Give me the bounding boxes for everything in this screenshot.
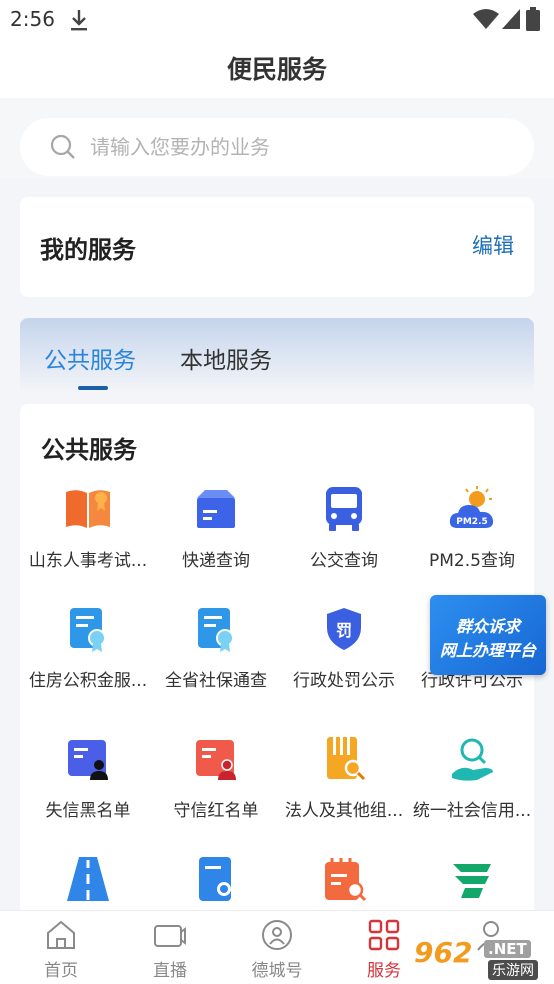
highway-icon xyxy=(67,857,109,901)
person-search-hand-icon xyxy=(452,738,493,781)
svg-text:罚: 罚 xyxy=(336,621,352,640)
service-label: PM2.5查询 xyxy=(429,551,515,571)
banner-line-1: 群众诉求 xyxy=(455,617,520,636)
calendar-search-icon xyxy=(325,858,367,902)
service-label: 守信红名单 xyxy=(173,801,259,821)
active-tab-indicator xyxy=(78,386,108,390)
open-book-icon xyxy=(66,490,110,528)
service-label: 法人及其他组... xyxy=(284,801,404,821)
channel-icon xyxy=(262,920,292,950)
banner-line-2: 网上办理平台 xyxy=(439,641,536,660)
penalty-shield-icon: 罚 xyxy=(327,608,361,650)
svg-text:PM2.5: PM2.5 xyxy=(456,517,488,527)
nav-home[interactable]: 首页 xyxy=(11,911,111,984)
service-item-legal-entity[interactable]: 法人及其他组... xyxy=(280,734,408,844)
service-label: 住房公积金服... xyxy=(28,671,148,691)
video-camera-icon xyxy=(154,925,186,947)
signal-icon xyxy=(502,9,520,29)
parcel-box-icon xyxy=(197,490,235,528)
nav-label: 德城号 xyxy=(251,961,303,981)
service-item-blacklist[interactable]: 失信黑名单 xyxy=(24,734,152,844)
service-label: 快递查询 xyxy=(182,551,250,571)
service-item-redlist[interactable]: 守信红名单 xyxy=(152,734,280,844)
status-time: 2:56 xyxy=(10,7,55,31)
certificate-icon xyxy=(70,608,106,652)
service-item-social-security[interactable]: 全省社保通查 xyxy=(152,604,280,714)
blacklist-card-icon xyxy=(68,740,108,780)
service-item-social-credit[interactable]: 统一社会信用... xyxy=(408,734,536,844)
search-icon xyxy=(50,134,75,159)
service-item-admin-penalty[interactable]: 罚 行政处罚公示 xyxy=(280,604,408,714)
service-label: 行政处罚公示 xyxy=(293,671,395,691)
download-icon xyxy=(71,10,87,31)
tab-local-services[interactable]: 本地服务 xyxy=(180,341,272,375)
search-box[interactable] xyxy=(20,118,534,176)
pm25-cloud-icon: PM2.5 xyxy=(449,486,494,528)
search-input[interactable] xyxy=(90,127,510,167)
service-label: 全省社保通查 xyxy=(165,671,267,691)
status-bar: 2:56 xyxy=(0,0,554,40)
watermark-site: 乐游网 xyxy=(488,960,538,980)
my-services-card: 我的服务 编辑 xyxy=(20,197,534,297)
redlist-card-icon xyxy=(196,740,236,780)
public-services-card: 公共服务 山东人事考试... 快递查询 公交查询 PM2.5 PM2.5查询 住… xyxy=(20,404,534,984)
nav-live[interactable]: 直播 xyxy=(120,911,220,984)
nav-label: 首页 xyxy=(44,961,78,981)
certificate-icon xyxy=(198,608,234,652)
service-item-pm25[interactable]: PM2.5 PM2.5查询 xyxy=(408,484,536,594)
watermark-tld: .NET xyxy=(484,940,531,958)
home-icon xyxy=(47,920,75,949)
grid-icon xyxy=(368,919,400,951)
search-area xyxy=(0,98,554,178)
service-label: 失信黑名单 xyxy=(45,801,131,821)
service-tabs: 公共服务 本地服务 xyxy=(20,318,534,394)
document-search-icon xyxy=(327,737,366,781)
watermark-number: 962 xyxy=(414,936,473,969)
service-label: 统一社会信用... xyxy=(412,801,532,821)
service-item-bus[interactable]: 公交查询 xyxy=(280,484,408,594)
wifi-icon xyxy=(473,9,499,29)
public-services-title: 公共服务 xyxy=(41,436,137,464)
postal-icon xyxy=(453,864,491,898)
site-watermark: 962 .NET 乐游网 xyxy=(414,936,550,980)
nav-channel[interactable]: 德城号 xyxy=(227,911,327,984)
bus-icon xyxy=(326,487,362,531)
service-item-express[interactable]: 快递查询 xyxy=(152,484,280,594)
tab-public-services[interactable]: 公共服务 xyxy=(44,341,136,375)
page-title: 便民服务 xyxy=(226,55,327,84)
service-item-housing-fund[interactable]: 住房公积金服... xyxy=(24,604,152,714)
service-label: 山东人事考试... xyxy=(28,551,148,571)
battery-icon xyxy=(526,7,540,31)
badge-document-icon xyxy=(199,857,231,901)
nav-label: 直播 xyxy=(153,961,187,981)
my-services-title: 我的服务 xyxy=(40,236,136,264)
service-item-exam[interactable]: 山东人事考试... xyxy=(24,484,152,594)
app-header: 便民服务 xyxy=(0,40,554,98)
edit-button[interactable]: 编辑 xyxy=(472,230,514,260)
complaint-platform-banner[interactable]: 群众诉求 网上办理平台 xyxy=(430,595,546,675)
service-label: 公交查询 xyxy=(310,551,378,571)
